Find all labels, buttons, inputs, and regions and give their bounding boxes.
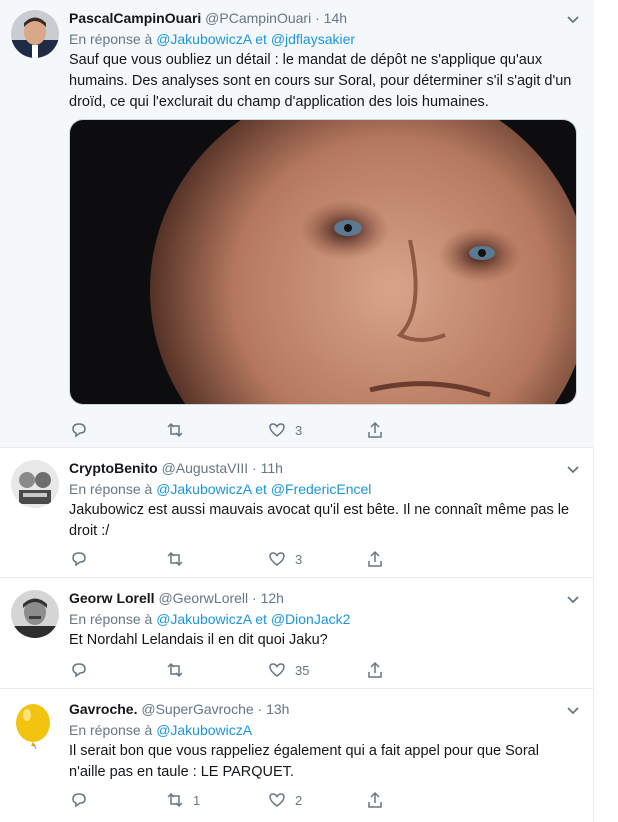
tweet-actions: 3 [69,548,399,570]
retweet-button[interactable] [165,548,193,570]
user-handle[interactable]: @PCampinOuari [205,10,311,26]
reply-button[interactable] [69,548,97,570]
mention-link[interactable]: @DionJack2 [271,611,351,627]
tweet-header: Georw Lorell @GeorwLorell · 12h [69,588,579,608]
retweet-button[interactable] [165,659,193,681]
retweet-icon [167,422,183,438]
mention-link[interactable]: @JakubowiczA [156,722,252,738]
share-icon [368,421,382,438]
avatar[interactable] [11,590,59,638]
tweet-header: Gavroche. @SuperGavroche · 13h [69,699,579,719]
heart-icon [269,793,285,807]
mention-joiner: et [255,31,267,47]
like-count: 2 [295,792,303,808]
reply-icon [72,793,86,808]
retweet-button[interactable] [165,419,193,441]
retweet-button[interactable]: 1 [165,789,200,811]
separator-dot: · [315,10,320,26]
like-button[interactable]: 2 [267,789,302,811]
tweet[interactable]: PascalCampinOuari @PCampinOuari · 14h En… [0,0,594,448]
mention-joiner: et [255,481,267,497]
mention-link[interactable]: @JakubowiczA [156,481,251,497]
tweet-text: Et Nordahl Lelandais il en dit quoi Jaku… [69,632,328,648]
like-button[interactable]: 3 [267,419,302,441]
chevron-down-icon[interactable] [566,592,580,606]
like-count: 3 [295,422,303,438]
share-button[interactable] [365,548,385,570]
retweet-icon [167,551,183,567]
heart-icon [269,423,285,437]
user-handle[interactable]: @GeorwLorell [158,590,248,606]
tweet-actions: 35 [69,659,399,681]
timestamp[interactable]: 14h [324,10,347,26]
separator-dot: · [252,590,257,606]
tweet-text: Jakubowicz est aussi mauvais avocat qu'i… [69,502,570,539]
timestamp[interactable]: 13h [266,701,289,717]
share-button[interactable] [365,789,385,811]
mention-link[interactable]: @JakubowiczA [156,31,251,47]
reply-button[interactable] [69,659,97,681]
tweet-actions: 3 [69,419,399,441]
chevron-down-icon[interactable] [566,703,580,717]
like-count: 3 [295,551,303,567]
tweet[interactable]: Gavroche. @SuperGavroche · 13h En répons… [0,689,594,822]
retweet-icon [167,662,183,678]
share-button[interactable] [365,659,385,681]
reply-context: En réponse à @JakubowiczA [69,719,579,741]
display-name[interactable]: Gavroche. [69,701,137,717]
avatar[interactable] [11,10,59,58]
display-name[interactable]: PascalCampinOuari [69,10,201,26]
reply-context: En réponse à @JakubowiczA et @jdflaysaki… [69,28,579,50]
reply-icon [72,423,86,438]
chevron-down-icon[interactable] [566,462,580,476]
heart-icon [269,552,285,566]
reply-context: En réponse à @JakubowiczA et @DionJack2 [69,608,579,630]
user-handle[interactable]: @AugustaVIII [162,460,249,476]
mention-link[interactable]: @JakubowiczA [156,611,251,627]
like-count: 35 [295,662,310,678]
tweet[interactable]: CryptoBenito @AugustaVIII · 11h En répon… [0,448,594,578]
reply-context: En réponse à @JakubowiczA et @FredericEn… [69,478,579,500]
like-button[interactable]: 3 [267,548,302,570]
reply-icon [72,552,86,567]
share-button[interactable] [365,419,385,441]
chevron-down-icon[interactable] [566,12,580,26]
display-name[interactable]: Georw Lorell [69,590,155,606]
heart-icon [269,663,285,677]
timestamp[interactable]: 11h [261,460,283,476]
retweet-count: 1 [193,792,201,808]
share-icon [368,661,382,678]
tweet-text: Sauf que vous oubliez un détail : le man… [69,52,572,110]
separator-dot: · [257,701,263,717]
timeline: PascalCampinOuari @PCampinOuari · 14h En… [0,0,594,822]
mention-link[interactable]: @FredericEncel [271,481,372,497]
timestamp[interactable]: 12h [261,590,284,606]
tweet-actions: 1 2 [69,789,399,811]
share-icon [368,550,382,567]
reply-button[interactable] [69,789,97,811]
mention-link[interactable]: @jdflaysakier [271,31,355,47]
retweet-icon [167,792,183,808]
tweet-header: CryptoBenito @AugustaVIII · 11h [69,458,579,478]
reply-prefix: En réponse à [69,481,153,497]
tweet-header: PascalCampinOuari @PCampinOuari · 14h [69,8,579,28]
display-name[interactable]: CryptoBenito [69,460,158,476]
user-handle[interactable]: @SuperGavroche [141,701,253,717]
tweet-text: Il serait bon que vous rappeliez égaleme… [69,743,539,780]
avatar[interactable] [11,701,59,749]
share-icon [368,791,382,808]
tweet-photo[interactable] [69,119,577,405]
reply-prefix: En réponse à [69,611,153,627]
reply-icon [72,663,86,678]
reply-button[interactable] [69,419,97,441]
like-button[interactable]: 35 [267,659,309,681]
avatar[interactable] [11,460,59,508]
mention-joiner: et [255,611,267,627]
reply-prefix: En réponse à [69,31,153,47]
separator-dot: · [252,460,257,476]
tweet[interactable]: Georw Lorell @GeorwLorell · 12h En répon… [0,578,594,689]
reply-prefix: En réponse à [69,722,153,738]
